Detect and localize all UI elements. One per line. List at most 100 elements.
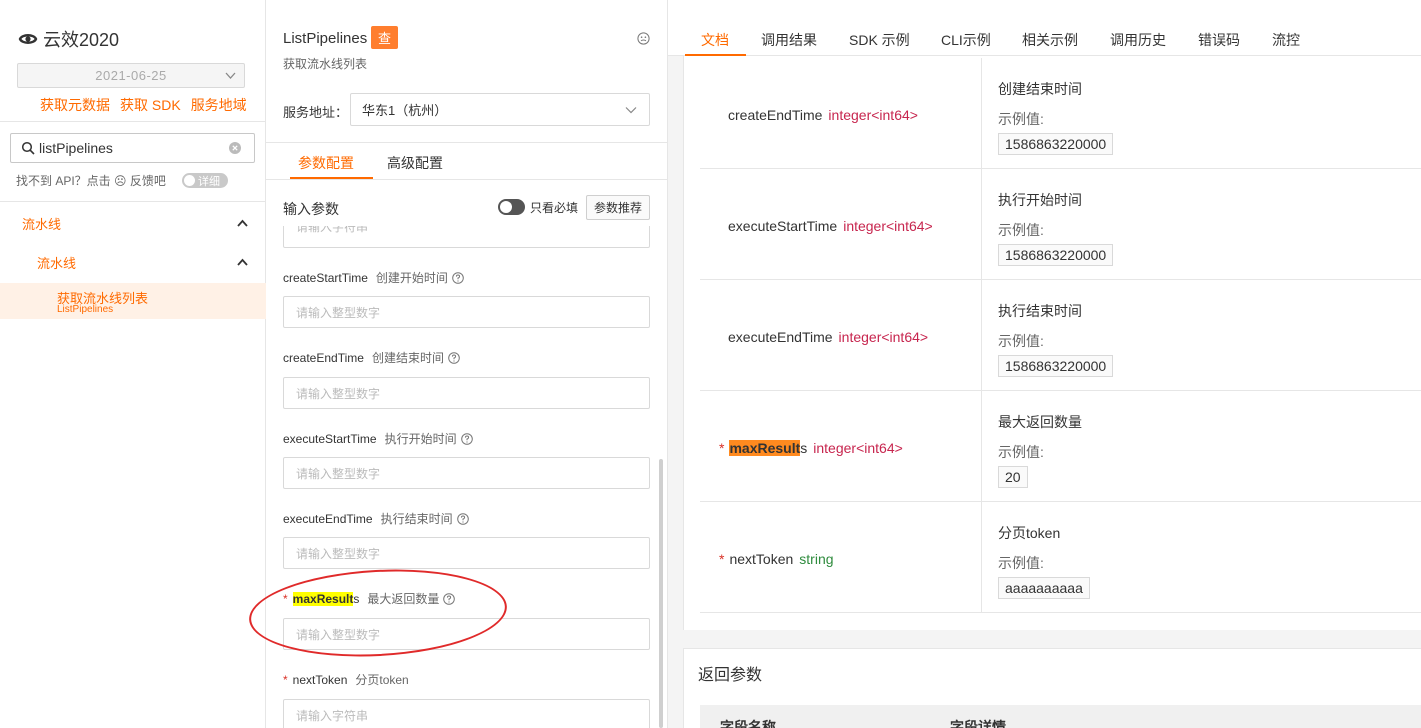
chevron-down-icon bbox=[225, 72, 236, 79]
help-icon[interactable] bbox=[448, 351, 460, 364]
divider bbox=[0, 201, 266, 202]
max-results-input[interactable]: 请输入整型数字 bbox=[283, 618, 650, 650]
api-method-badge: 查 bbox=[371, 26, 398, 49]
example-value: 1586863220000 bbox=[998, 133, 1114, 155]
tab-error-codes[interactable]: 错误码 bbox=[1198, 30, 1240, 50]
param-cell: * nextToken string bbox=[700, 502, 982, 613]
param-description: 执行开始时间 bbox=[998, 192, 1082, 208]
sidebar-links: 获取元数据 获取 SDK 服务地域 bbox=[40, 95, 247, 115]
param-name: nextToken bbox=[292, 672, 348, 687]
api-description: 获取流水线列表 bbox=[283, 57, 368, 71]
required-mark: * bbox=[283, 591, 288, 606]
request-params-table: createEndTime integer<int64> 创建结束时间 示例值: … bbox=[683, 56, 1421, 630]
param-name: createEndTime bbox=[283, 350, 364, 365]
tree-subgroup-pipeline[interactable]: 流水线 bbox=[37, 253, 76, 272]
param-label: executeStartTime 执行开始时间 bbox=[283, 430, 473, 447]
get-sdk-link[interactable]: 获取 SDK bbox=[120, 95, 181, 115]
tab-related-examples[interactable]: 相关示例 bbox=[1022, 30, 1078, 50]
param-input[interactable]: 请输入字符串 bbox=[283, 226, 650, 248]
param-name: nextToken bbox=[729, 551, 794, 567]
param-label: * maxResult s 最大返回数量 bbox=[283, 590, 456, 607]
tree-group-pipeline[interactable]: 流水线 bbox=[22, 214, 61, 233]
example-label: 示例值: bbox=[998, 111, 1044, 127]
tab-param-config[interactable]: 参数配置 bbox=[298, 153, 354, 173]
detail-toggle[interactable]: 详细 bbox=[182, 173, 228, 188]
help-icon[interactable] bbox=[452, 271, 464, 284]
help-icon[interactable] bbox=[460, 432, 473, 445]
param-desc: 最大返回数量 bbox=[367, 592, 440, 606]
toggle-knob bbox=[500, 201, 512, 213]
chevron-up-icon[interactable] bbox=[237, 219, 248, 227]
param-name-rest: s bbox=[353, 591, 360, 606]
left-sidebar: 云效2020 2021-06-25 获取元数据 获取 SDK 服务地域 list… bbox=[0, 0, 266, 728]
tab-sdk-example[interactable]: SDK 示例 bbox=[849, 30, 910, 50]
return-params-title: 返回参数 bbox=[698, 667, 763, 684]
tab-cli-example[interactable]: CLI示例 bbox=[941, 30, 991, 50]
param-name-cell: executeStartTime integer<int64> bbox=[728, 218, 933, 234]
return-params-section: 返回参数 字段名称 字段详情 bbox=[683, 648, 1421, 728]
param-name-rest: s bbox=[800, 440, 808, 456]
scrollbar[interactable] bbox=[659, 459, 663, 728]
service-region-link[interactable]: 服务地域 bbox=[191, 95, 247, 115]
feedback-hint[interactable]: 找不到 API？点击 ☹ 反馈吧 bbox=[16, 172, 166, 189]
param-name: executeStartTime bbox=[728, 218, 838, 234]
param-desc: 创建开始时间 bbox=[375, 271, 448, 285]
version-select[interactable]: 2021-06-25 bbox=[17, 63, 245, 88]
example-label: 示例值: bbox=[998, 222, 1044, 238]
param-label: createEndTime 创建结束时间 bbox=[283, 349, 460, 366]
table-row: executeStartTime integer<int64> 执行开始时间 示例… bbox=[700, 169, 1421, 280]
param-name: executeStartTime bbox=[283, 431, 377, 446]
required-mark: * bbox=[719, 440, 725, 456]
smile-icon[interactable] bbox=[637, 32, 650, 45]
column-header: 字段名称 bbox=[720, 719, 776, 728]
clear-icon[interactable] bbox=[229, 142, 241, 154]
divider bbox=[266, 179, 667, 180]
execute-end-time-input[interactable]: 请输入整型数字 bbox=[283, 537, 650, 569]
table-row: * nextToken string 分页token 示例值: aaaaaaaaaa bbox=[700, 502, 1421, 613]
param-cell: * maxResults integer<int64> bbox=[700, 391, 982, 502]
param-name-cell: executeEndTime integer<int64> bbox=[728, 329, 928, 345]
toggle-knob bbox=[184, 175, 195, 186]
get-metadata-link[interactable]: 获取元数据 bbox=[40, 95, 110, 115]
api-search-input[interactable]: listPipelines bbox=[10, 133, 255, 163]
table-row: executeEndTime integer<int64> 执行结束时间 示例值:… bbox=[700, 280, 1421, 391]
execute-start-time-input[interactable]: 请输入整型数字 bbox=[283, 457, 650, 489]
required-only-label: 只看必填 bbox=[530, 201, 579, 215]
tree-item-sublabel: ListPipelines bbox=[57, 304, 114, 315]
chevron-up-icon[interactable] bbox=[237, 258, 248, 266]
required-only-toggle[interactable] bbox=[498, 199, 525, 215]
tree-item-list-pipelines[interactable]: 获取流水线列表 ListPipelines bbox=[0, 283, 266, 319]
create-start-time-input[interactable]: 请输入整型数字 bbox=[283, 296, 650, 328]
param-label: createStartTime 创建开始时间 bbox=[283, 269, 464, 286]
param-description: 分页token bbox=[998, 525, 1061, 541]
param-recommend-button[interactable]: 参数推荐 bbox=[586, 195, 650, 220]
example-value: aaaaaaaaaa bbox=[998, 577, 1090, 599]
docs-panel: 文档 调用结果 SDK 示例 CLI示例 相关示例 调用历史 错误码 流控 cr… bbox=[668, 0, 1421, 728]
tab-advanced-config[interactable]: 高级配置 bbox=[387, 153, 443, 173]
param-list: 请输入字符串 createStartTime 创建开始时间 请输入整型数字 cr… bbox=[266, 226, 667, 728]
help-icon[interactable] bbox=[443, 592, 456, 605]
tab-docs[interactable]: 文档 bbox=[701, 30, 729, 50]
param-label: * nextToken 分页token bbox=[283, 671, 409, 688]
param-name-highlight: maxResult bbox=[292, 591, 354, 606]
next-token-input[interactable]: 请输入字符串 bbox=[283, 699, 650, 728]
column-header: 字段详情 bbox=[950, 719, 1006, 728]
param-name-cell: * nextToken string bbox=[719, 551, 834, 567]
param-name: executeEndTime bbox=[728, 329, 833, 345]
tab-call-history[interactable]: 调用历史 bbox=[1110, 30, 1166, 50]
param-type: integer<int64> bbox=[838, 329, 929, 345]
help-icon[interactable] bbox=[456, 512, 469, 525]
param-description: 创建结束时间 bbox=[998, 81, 1082, 97]
param-form-panel: ListPipelines 查 获取流水线列表 服务地址： 华东1（杭州） 参数… bbox=[266, 0, 668, 728]
brand[interactable]: 云效2020 bbox=[17, 26, 119, 52]
create-end-time-input[interactable]: 请输入整型数字 bbox=[283, 377, 650, 409]
return-table-header: 字段名称 字段详情 bbox=[700, 705, 1421, 728]
param-type: integer<int64> bbox=[813, 440, 903, 456]
tab-call-result[interactable]: 调用结果 bbox=[761, 30, 817, 50]
example-label: 示例值: bbox=[998, 333, 1044, 349]
tab-rate-limit[interactable]: 流控 bbox=[1272, 30, 1300, 50]
param-name: createStartTime bbox=[283, 270, 368, 285]
required-mark: * bbox=[283, 672, 288, 687]
brand-name: 云效2020 bbox=[43, 30, 120, 50]
service-select[interactable]: 华东1（杭州） bbox=[350, 93, 650, 126]
